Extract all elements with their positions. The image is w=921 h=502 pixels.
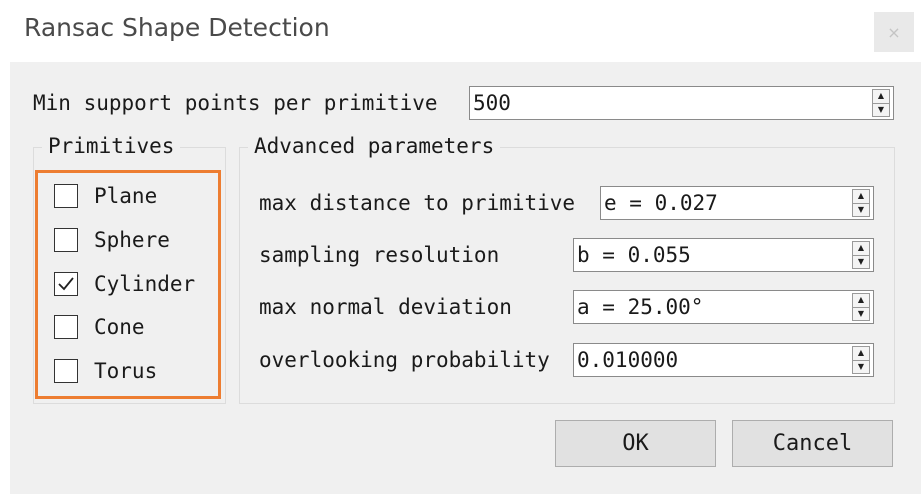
max-distance-value[interactable]: e = 0.027 bbox=[604, 187, 718, 219]
checkbox-label: Cone bbox=[94, 315, 145, 339]
ok-button[interactable]: OK bbox=[555, 420, 716, 467]
max-distance-spinbox[interactable]: e = 0.027 ▲ ▼ bbox=[600, 186, 874, 220]
checkbox-label: Sphere bbox=[94, 228, 170, 252]
spin-down-icon[interactable]: ▼ bbox=[852, 203, 870, 217]
spin-down-icon[interactable]: ▼ bbox=[872, 103, 890, 117]
spin-down-icon[interactable]: ▼ bbox=[852, 255, 870, 269]
spin-up-icon[interactable]: ▲ bbox=[852, 293, 870, 308]
primitives-group-title: Primitives bbox=[42, 136, 181, 157]
checkbox-cylinder[interactable]: Cylinder bbox=[54, 269, 195, 299]
title-bar: Ransac Shape Detection × bbox=[0, 0, 921, 60]
min-support-label: Min support points per primitive bbox=[33, 91, 438, 115]
checkbox-box[interactable] bbox=[54, 315, 78, 339]
checkbox-plane[interactable]: Plane bbox=[54, 181, 157, 211]
sampling-resolution-label: sampling resolution bbox=[259, 243, 500, 267]
checkbox-torus[interactable]: Torus bbox=[54, 356, 157, 386]
sampling-resolution-value[interactable]: b = 0.055 bbox=[577, 239, 691, 271]
close-button[interactable]: × bbox=[874, 12, 914, 52]
overlooking-probability-label: overlooking probability bbox=[259, 348, 550, 372]
max-distance-label: max distance to primitive bbox=[259, 191, 576, 215]
checkbox-box[interactable] bbox=[54, 228, 78, 252]
close-icon: × bbox=[887, 22, 901, 42]
cancel-button[interactable]: Cancel bbox=[732, 420, 893, 467]
spin-up-icon[interactable]: ▲ bbox=[852, 241, 870, 256]
checkbox-label: Torus bbox=[94, 359, 158, 383]
spin-up-icon[interactable]: ▲ bbox=[872, 89, 890, 104]
spin-up-icon[interactable]: ▲ bbox=[852, 189, 870, 204]
overlooking-probability-value[interactable]: 0.010000 bbox=[577, 344, 678, 376]
checkbox-label: Plane bbox=[94, 184, 158, 208]
max-normal-deviation-label: max normal deviation bbox=[259, 295, 512, 319]
min-support-spinbox[interactable]: 500 ▲ ▼ bbox=[469, 86, 894, 120]
checkbox-cone[interactable]: Cone bbox=[54, 312, 145, 342]
checkbox-box[interactable] bbox=[54, 272, 78, 296]
checkbox-sphere[interactable]: Sphere bbox=[54, 225, 170, 255]
window-title: Ransac Shape Detection bbox=[24, 13, 330, 42]
sampling-resolution-spinbox[interactable]: b = 0.055 ▲ ▼ bbox=[573, 238, 874, 272]
max-normal-deviation-value[interactable]: a = 25.00° bbox=[577, 291, 703, 323]
checkbox-box[interactable] bbox=[54, 359, 78, 383]
min-support-value[interactable]: 500 bbox=[473, 87, 511, 119]
overlooking-probability-spinbox[interactable]: 0.010000 ▲ ▼ bbox=[573, 343, 874, 377]
advanced-parameters-title: Advanced parameters bbox=[248, 136, 501, 157]
spin-up-icon[interactable]: ▲ bbox=[852, 346, 870, 361]
checkbox-box[interactable] bbox=[54, 184, 78, 208]
checkbox-label: Cylinder bbox=[94, 272, 196, 296]
spin-down-icon[interactable]: ▼ bbox=[852, 360, 870, 374]
checkmark-icon bbox=[58, 277, 74, 291]
max-normal-deviation-spinbox[interactable]: a = 25.00° ▲ ▼ bbox=[573, 290, 874, 324]
spin-down-icon[interactable]: ▼ bbox=[852, 307, 870, 321]
